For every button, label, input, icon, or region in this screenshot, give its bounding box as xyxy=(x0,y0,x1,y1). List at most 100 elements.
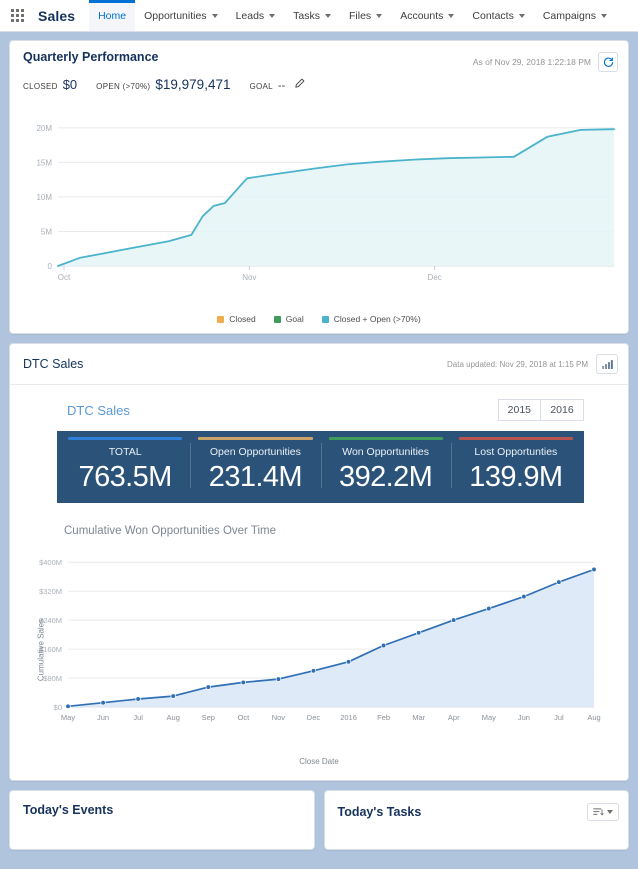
svg-text:Oct: Oct xyxy=(58,273,71,282)
pencil-icon xyxy=(295,78,305,88)
nav-item-label: Accounts xyxy=(400,9,444,22)
goal-value: -- xyxy=(277,80,286,92)
year-button-2016[interactable]: 2016 xyxy=(541,399,584,421)
kpi-total[interactable]: TOTAL 763.5M xyxy=(60,434,190,494)
tasks-sort-button[interactable] xyxy=(587,803,619,821)
nav-item-tasks[interactable]: Tasks xyxy=(284,0,340,31)
closed-label: CLOSED xyxy=(23,82,58,91)
nav-item-label: Home xyxy=(98,9,127,22)
nav-item-label: Campaigns xyxy=(542,9,596,22)
legend-item-closed-open-70[interactable]: Closed + Open (>70%) xyxy=(321,314,421,324)
kpi-value: 392.2M xyxy=(339,461,433,493)
todays-tasks-card: Today's Tasks xyxy=(323,790,629,850)
kpi-accent-bar xyxy=(198,437,313,440)
year-filter-toggle: 2015 2016 xyxy=(497,399,584,421)
dtc-sales-title: DTC Sales xyxy=(23,357,84,371)
kpi-label: TOTAL xyxy=(108,446,142,458)
cumulative-chart-title: Cumulative Won Opportunities Over Time xyxy=(64,525,276,537)
todays-events-header: Today's Events xyxy=(10,791,314,817)
svg-text:Oct: Oct xyxy=(237,713,250,722)
svg-text:$400M: $400M xyxy=(39,558,62,567)
kpi-open-opportunities[interactable]: Open Opportunities 231.4M xyxy=(190,434,320,494)
dtc-sales-card: DTC Sales Data updated: Nov 29, 2018 at … xyxy=(9,343,629,781)
svg-text:Aug: Aug xyxy=(167,713,180,722)
chevron-down-icon xyxy=(269,14,276,18)
quarterly-performance-metrics: CLOSED $0 OPEN (>70%) $19,979,471 GOAL -… xyxy=(10,72,628,102)
dtc-sales-body: DTC Sales 2015 2016 TOTAL 763.5M Open Oppo… xyxy=(10,385,628,780)
kpi-won-opportunities[interactable]: Won Opportunities 392.2M xyxy=(320,434,451,494)
kpi-label: Lost Opportunties xyxy=(474,446,558,458)
app-launcher-button[interactable] xyxy=(0,0,34,31)
x-axis-title: Close Date xyxy=(299,757,339,766)
todays-tasks-header: Today's Tasks xyxy=(325,791,629,821)
dtc-sales-header: DTC Sales Data updated: Nov 29, 2018 at … xyxy=(10,344,628,385)
refresh-button[interactable] xyxy=(598,52,618,72)
sort-icon xyxy=(593,808,604,816)
as-of-timestamp: As of Nov 29, 2018 1:22:18 PM xyxy=(472,57,591,67)
nav-item-files[interactable]: Files xyxy=(340,0,391,31)
chevron-down-icon xyxy=(518,14,525,18)
legend-item-goal[interactable]: Goal xyxy=(273,314,304,324)
page-body: Quarterly Performance As of Nov 29, 2018… xyxy=(0,32,638,869)
waffle-grid-icon xyxy=(10,9,24,22)
kpi-accent-bar xyxy=(328,437,443,440)
nav-item-leads[interactable]: Leads xyxy=(227,0,285,31)
svg-text:$320M: $320M xyxy=(39,587,62,596)
dtc-dashboard-title[interactable]: DTC Sales xyxy=(67,403,130,418)
kpi-accent-bar xyxy=(458,437,573,440)
svg-text:Jun: Jun xyxy=(518,713,530,722)
legend-label: Closed xyxy=(229,314,256,324)
svg-text:5M: 5M xyxy=(41,227,52,236)
svg-text:Aug: Aug xyxy=(587,713,600,722)
svg-text:$80M: $80M xyxy=(43,674,62,683)
todays-events-title: Today's Events xyxy=(23,803,114,817)
legend-swatch xyxy=(217,315,225,323)
quarterly-chart-legend: Closed Goal Closed + Open (>70%) xyxy=(10,312,628,333)
svg-text:Dec: Dec xyxy=(307,713,321,722)
svg-text:Nov: Nov xyxy=(272,713,286,722)
svg-text:Apr: Apr xyxy=(448,713,460,722)
svg-text:$0: $0 xyxy=(54,703,62,712)
quarterly-performance-header: Quarterly Performance As of Nov 29, 2018… xyxy=(10,41,628,72)
year-button-2015[interactable]: 2015 xyxy=(497,399,541,421)
svg-text:0: 0 xyxy=(48,262,53,271)
nav-item-opportunities[interactable]: Opportunities xyxy=(135,0,226,31)
kpi-lost-opportunties[interactable]: Lost Opportunties 139.9M xyxy=(450,434,581,494)
nav-item-label: Leads xyxy=(235,9,265,22)
chevron-down-icon xyxy=(600,14,607,18)
nav-item-label: Opportunities xyxy=(144,9,207,22)
chevron-down-icon xyxy=(448,14,455,18)
svg-text:20M: 20M xyxy=(36,124,52,133)
kpi-value: 139.9M xyxy=(469,461,563,493)
app-name-label: Sales xyxy=(38,7,76,24)
nav-item-home[interactable]: Home xyxy=(89,0,136,31)
kpi-value: 763.5M xyxy=(78,461,173,493)
chevron-down-icon xyxy=(211,14,218,18)
edit-goal-button[interactable] xyxy=(294,78,305,89)
closed-value: $0 xyxy=(62,77,78,92)
legend-label: Goal xyxy=(285,314,304,324)
nav-item-campaigns[interactable]: Campaigns xyxy=(534,0,616,31)
legend-swatch xyxy=(273,315,281,323)
svg-text:Nov: Nov xyxy=(242,273,256,282)
cumulative-chart: Cumulative Sales $0 $80M $160M $240M $320M $4… xyxy=(10,545,628,755)
view-dashboard-button[interactable] xyxy=(596,354,618,374)
kpi-value: 231.4M xyxy=(208,461,303,493)
nav-item-accounts[interactable]: Accounts xyxy=(391,0,463,31)
nav-item-label: Tasks xyxy=(293,9,321,22)
nav-item-list: Home Opportunities Leads Tasks Files Accounts… xyxy=(89,0,616,31)
legend-item-closed[interactable]: Closed xyxy=(217,314,256,324)
svg-text:Dec: Dec xyxy=(428,273,442,282)
svg-text:May: May xyxy=(482,713,496,722)
nav-item-contacts[interactable]: Contacts xyxy=(463,0,533,31)
nav-item-label: Contacts xyxy=(472,9,514,22)
svg-text:Sep: Sep xyxy=(202,713,215,722)
kpi-strip: TOTAL 763.5M Open Opportunities 231.4M Won O… xyxy=(57,431,584,503)
quarterly-area-chart-svg: 0 5M 10M 15M 20M Oct Nov Dec xyxy=(36,124,615,282)
chevron-down-icon xyxy=(607,810,613,814)
open-value: $19,979,471 xyxy=(155,77,231,92)
open-label: OPEN (>70%) xyxy=(96,82,151,91)
kpi-accent-bar xyxy=(68,437,183,440)
kpi-label: Open Opportunities xyxy=(209,446,301,458)
goal-label: GOAL xyxy=(249,82,273,91)
